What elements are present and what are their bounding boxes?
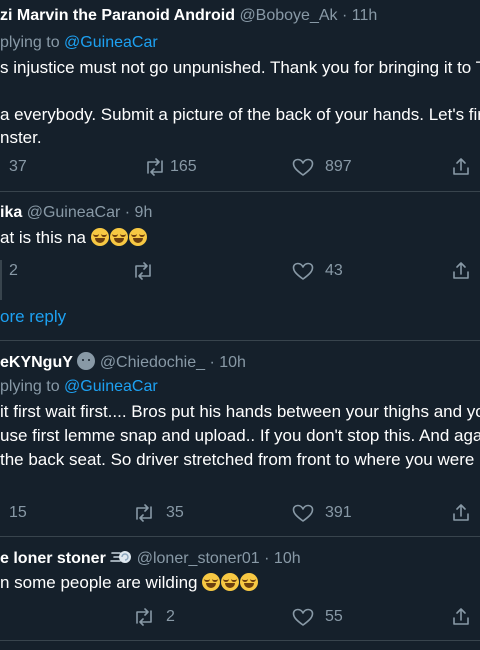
mention-link[interactable]: @GuineaCar [64, 34, 158, 51]
face-with-tears-of-joy-icon [109, 228, 128, 246]
retweet-icon[interactable] [144, 158, 166, 176]
tweet-time[interactable]: · 10h [264, 550, 300, 567]
replying-to: plying to @GuineaCar [0, 378, 158, 395]
tweet-text-line: the back seat. So driver stretched from … [0, 450, 475, 469]
face-with-tears-of-joy-icon [240, 573, 259, 591]
retweet-icon[interactable] [133, 504, 155, 522]
tweet-text-line: use first lemme snap and upload.. If you… [0, 426, 480, 445]
author-name[interactable]: zi Marvin the Paranoid Android [0, 7, 235, 24]
author-handle[interactable]: @GuineaCar [27, 204, 121, 221]
divider [0, 340, 480, 341]
author-name[interactable]: ika [0, 204, 22, 221]
tweet-text-line: s injustice must not go unpunished. Than… [0, 58, 480, 77]
face-with-tears-of-joy-icon [90, 228, 109, 246]
like-count[interactable]: 55 [325, 608, 343, 626]
heart-icon[interactable] [292, 504, 314, 523]
retweet-icon[interactable] [133, 608, 155, 626]
like-count[interactable]: 43 [325, 262, 343, 280]
show-more-replies-link[interactable]: ore reply [0, 307, 66, 327]
tweet-text-line: nster. [0, 128, 42, 147]
heart-icon[interactable] [292, 158, 314, 177]
like-count[interactable]: 897 [325, 158, 352, 176]
heart-icon[interactable] [292, 262, 314, 281]
reply-count[interactable]: 2 [9, 262, 18, 280]
reply-count[interactable]: 37 [9, 158, 27, 176]
author-name[interactable]: e loner stoner [0, 550, 106, 567]
tweet-text-line: a everybody. Submit a picture of the bac… [0, 105, 480, 124]
share-icon[interactable] [451, 503, 471, 523]
divider [0, 536, 480, 537]
dashing-away-icon [110, 551, 132, 563]
retweet-icon[interactable] [132, 262, 154, 280]
heart-icon[interactable] [292, 608, 314, 627]
face-with-tears-of-joy-icon [128, 228, 147, 246]
author-name[interactable]: eKYNguY [0, 354, 73, 371]
like-count[interactable]: 391 [325, 504, 352, 522]
retweet-count[interactable]: 165 [170, 158, 197, 176]
divider [0, 640, 480, 641]
mention-link[interactable]: @GuineaCar [64, 378, 158, 395]
retweet-count[interactable]: 2 [166, 608, 175, 626]
replying-to: plying to @GuineaCar [0, 34, 158, 51]
tweet-text-line: it first wait first.... Bros put his han… [0, 402, 480, 421]
share-icon[interactable] [451, 157, 471, 177]
share-icon[interactable] [451, 607, 471, 627]
thread-line [0, 260, 2, 300]
divider [0, 191, 480, 192]
author-handle[interactable]: @loner_stoner01 [137, 550, 260, 567]
author-handle[interactable]: @Boboye_Ak [239, 7, 337, 24]
tweet-time[interactable]: · 10h [209, 354, 245, 371]
tweet-text: n some people are wilding [0, 573, 259, 593]
reply-count[interactable]: 15 [9, 504, 27, 522]
tweet-text: at is this na [0, 228, 148, 248]
retweet-count[interactable]: 35 [166, 504, 184, 522]
smiley-face-icon [77, 352, 96, 370]
share-icon[interactable] [451, 261, 471, 281]
tweet-time[interactable]: · 9h [125, 204, 153, 221]
tweet-time[interactable]: · 11h [342, 7, 377, 24]
face-with-tears-of-joy-icon [202, 573, 221, 591]
face-with-tears-of-joy-icon [221, 573, 240, 591]
author-handle[interactable]: @Chiedochie_ [100, 354, 205, 371]
